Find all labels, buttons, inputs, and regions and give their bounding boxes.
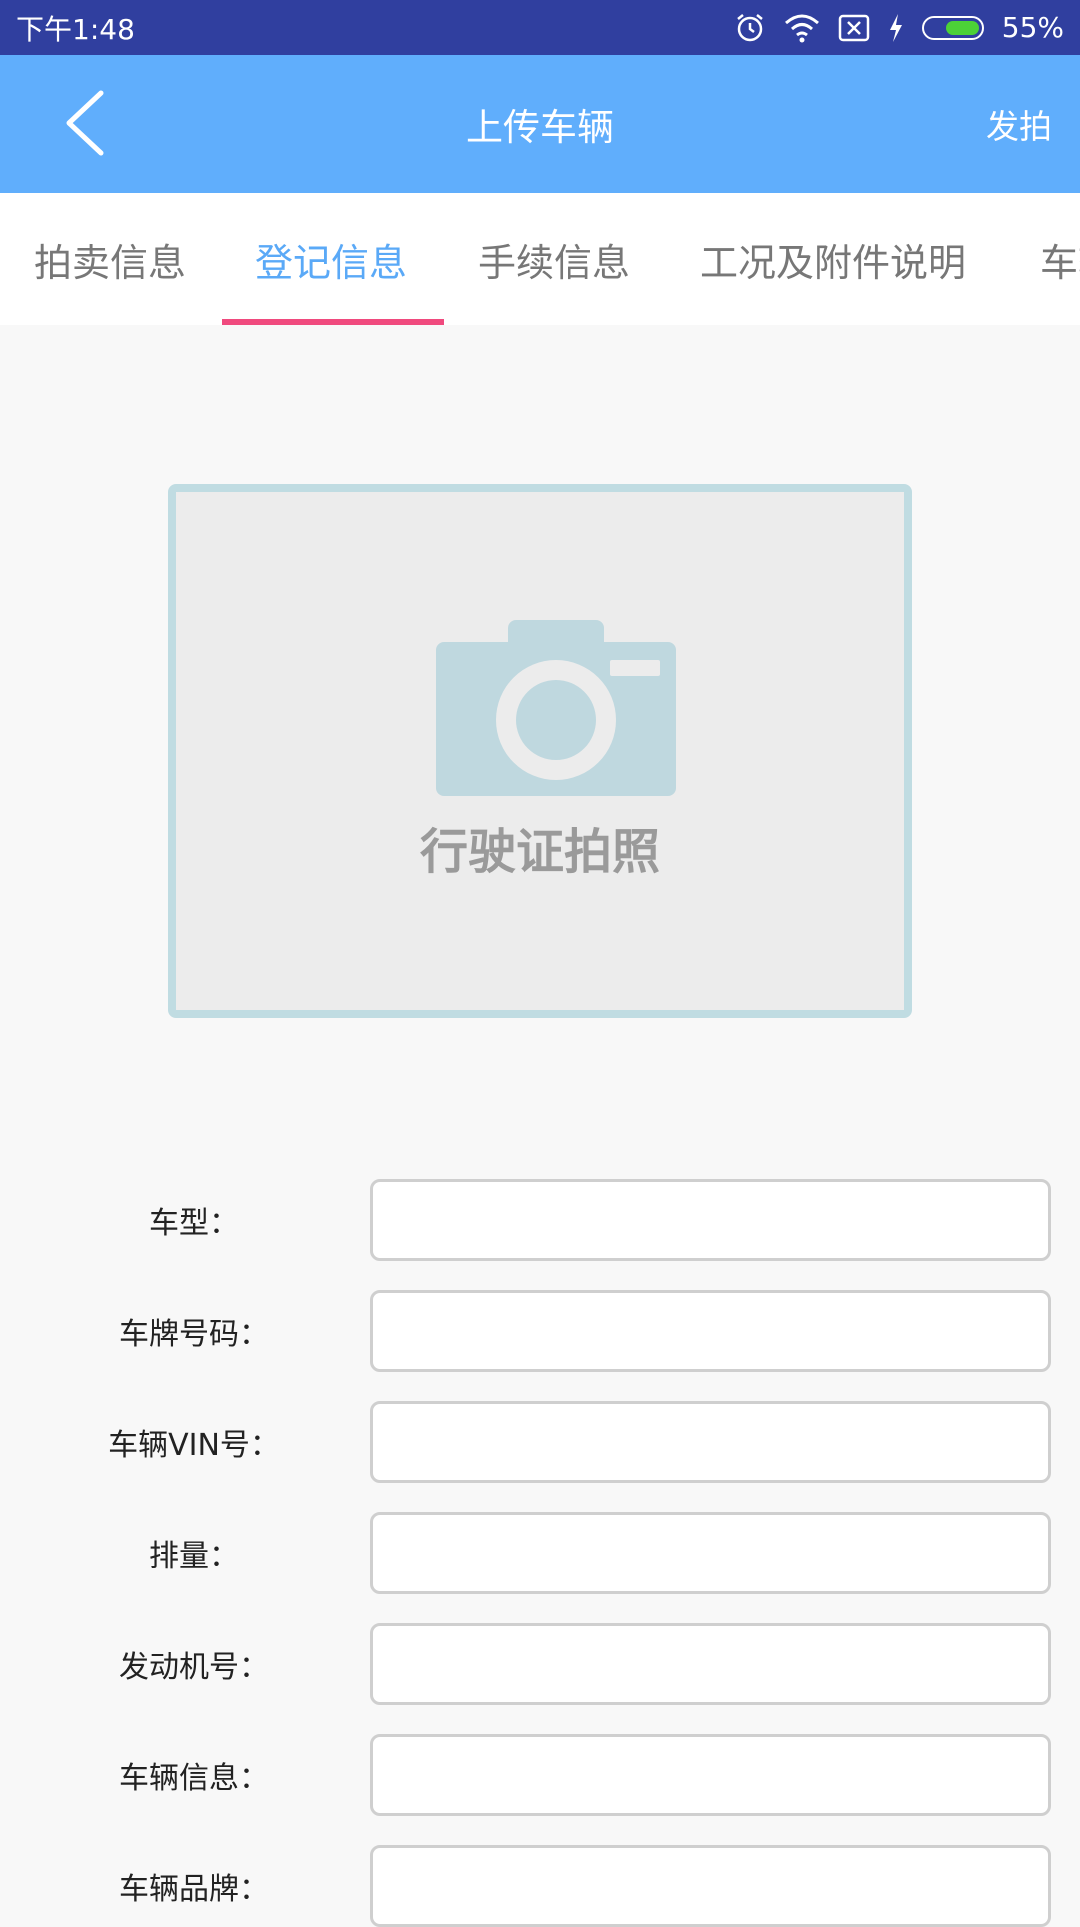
app-bar: 上传车辆 发拍 [0,55,1080,193]
engine-number-input[interactable] [370,1623,1051,1705]
vehicle-brand-input[interactable] [370,1845,1051,1927]
status-bar: 下午1:48 55% [0,0,1080,55]
charging-icon [888,13,904,43]
camera-icon [436,620,676,796]
model-label: 车型： [149,1206,239,1241]
form-row-engine: 发动机号： [0,1623,1080,1705]
status-icons: 55% [734,11,1064,44]
form-row-displacement: 排量： [0,1512,1080,1594]
tab-bar: 拍卖信息 登记信息 手续信息 工况及附件说明 车辆 [0,193,1080,325]
form-row-brand: 车辆品牌： [0,1845,1080,1927]
vin-input[interactable] [370,1401,1051,1483]
tab-condition-accessories[interactable]: 工况及附件说明 [700,193,966,325]
form-row-plate: 车牌号码： [0,1290,1080,1372]
tab-auction-info[interactable]: 拍卖信息 [34,193,186,325]
form-row-vin: 车辆VIN号： [0,1401,1080,1483]
page-title: 上传车辆 [466,106,614,149]
vehicle-brand-label: 车辆品牌： [119,1872,269,1907]
engine-number-label: 发动机号： [119,1650,269,1685]
chevron-left-icon [63,89,107,161]
displacement-label: 排量： [149,1539,239,1574]
tab-registration-info[interactable]: 登记信息 [255,193,407,325]
battery-icon [921,15,984,40]
tab-indicator [222,319,444,325]
back-button[interactable] [50,85,120,165]
publish-button[interactable]: 发拍 [986,55,1052,193]
model-input[interactable] [370,1179,1051,1261]
wifi-icon [784,13,820,43]
form-row-vehicle-info: 车辆信息： [0,1734,1080,1816]
alarm-icon [734,12,766,44]
vin-label: 车辆VIN号： [108,1428,280,1463]
photo-label: 行驶证拍照 [419,824,660,880]
battery-percent: 55% [1001,11,1064,44]
plate-number-label: 车牌号码： [119,1317,269,1352]
form-row-model: 车型： [0,1179,1080,1261]
tab-vehicle[interactable]: 车辆 [1040,193,1080,325]
no-sim-icon [838,14,870,42]
displacement-input[interactable] [370,1512,1051,1594]
license-photo-button[interactable]: 行驶证拍照 [168,484,912,1018]
vehicle-info-input[interactable] [370,1734,1051,1816]
plate-number-input[interactable] [370,1290,1051,1372]
status-time: 下午1:48 [16,12,135,46]
tab-procedures-info[interactable]: 手续信息 [478,193,630,325]
vehicle-info-label: 车辆信息： [119,1761,269,1796]
